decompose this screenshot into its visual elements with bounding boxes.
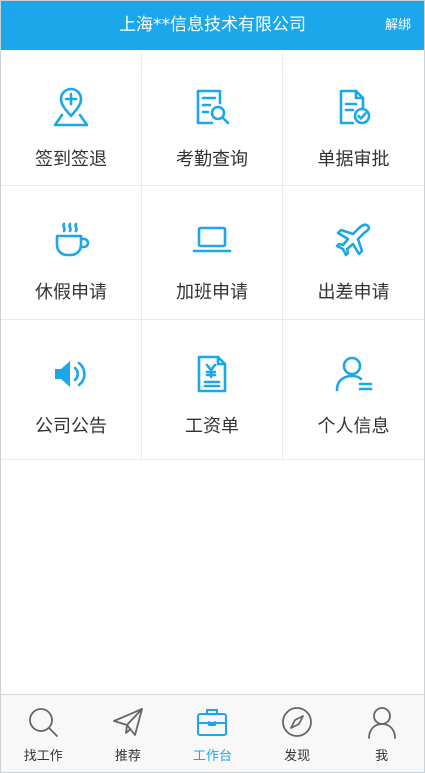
menu-item-business-trip[interactable]: 出差申请 — [283, 186, 424, 320]
app-frame: 上海**信息技术有限公司 解绑 签到签退 考勤查询 单据审批 休假申请 加班申请… — [0, 0, 425, 773]
menu-item-overtime-request[interactable]: 加班申请 — [142, 186, 283, 320]
menu-item-label: 加班申请 — [176, 282, 248, 303]
briefcase-icon — [195, 705, 229, 739]
person-icon — [365, 705, 399, 739]
paper-plane-icon — [111, 705, 145, 739]
unbind-button[interactable]: 解绑 — [385, 1, 411, 50]
airplane-icon — [332, 218, 376, 262]
menu-item-payslip[interactable]: 工资单 — [142, 320, 283, 460]
user-profile-icon — [332, 352, 376, 396]
menu-item-attendance-query[interactable]: 考勤查询 — [142, 53, 283, 186]
tab-find-job[interactable]: 找工作 — [1, 695, 86, 772]
tab-workbench[interactable]: 工作台 — [170, 695, 255, 772]
tab-me[interactable]: 我 — [339, 695, 424, 772]
location-pin-icon — [49, 85, 93, 129]
tab-label: 工作台 — [192, 749, 232, 764]
document-check-icon — [332, 85, 376, 129]
tab-discover[interactable]: 发现 — [255, 695, 340, 772]
menu-item-label: 考勤查询 — [176, 149, 248, 170]
laptop-icon — [190, 218, 234, 262]
menu-item-label: 休假申请 — [35, 282, 107, 303]
menu-item-label: 单据审批 — [317, 149, 390, 170]
payslip-icon — [190, 352, 234, 396]
menu-item-document-approval[interactable]: 单据审批 — [283, 53, 424, 186]
menu-item-label: 签到签退 — [35, 149, 107, 170]
search-icon — [26, 705, 60, 739]
company-title: 上海**信息技术有限公司 — [119, 15, 306, 35]
tab-label: 发现 — [284, 749, 311, 764]
tab-label: 推荐 — [114, 749, 141, 764]
menu-item-leave-request[interactable]: 休假申请 — [1, 186, 142, 320]
compass-icon — [280, 705, 314, 739]
menu-item-personal-info[interactable]: 个人信息 — [283, 320, 424, 460]
tab-label: 找工作 — [23, 749, 63, 764]
menu-item-label: 工资单 — [185, 416, 239, 437]
menu-item-label: 公司公告 — [35, 416, 107, 437]
header-bar: 上海**信息技术有限公司 解绑 — [1, 1, 424, 50]
menu-item-company-announcement[interactable]: 公司公告 — [1, 320, 142, 460]
document-search-icon — [190, 85, 234, 129]
tab-recommend[interactable]: 推荐 — [86, 695, 171, 772]
speaker-icon — [49, 352, 93, 396]
tab-label: 我 — [375, 749, 389, 764]
menu-item-check-in[interactable]: 签到签退 — [1, 53, 142, 186]
menu-item-label: 个人信息 — [317, 416, 390, 437]
coffee-cup-icon — [49, 218, 93, 262]
menu-item-label: 出差申请 — [317, 282, 390, 303]
bottom-tab-bar: 找工作 推荐 工作台 发现 我 — [1, 694, 424, 772]
